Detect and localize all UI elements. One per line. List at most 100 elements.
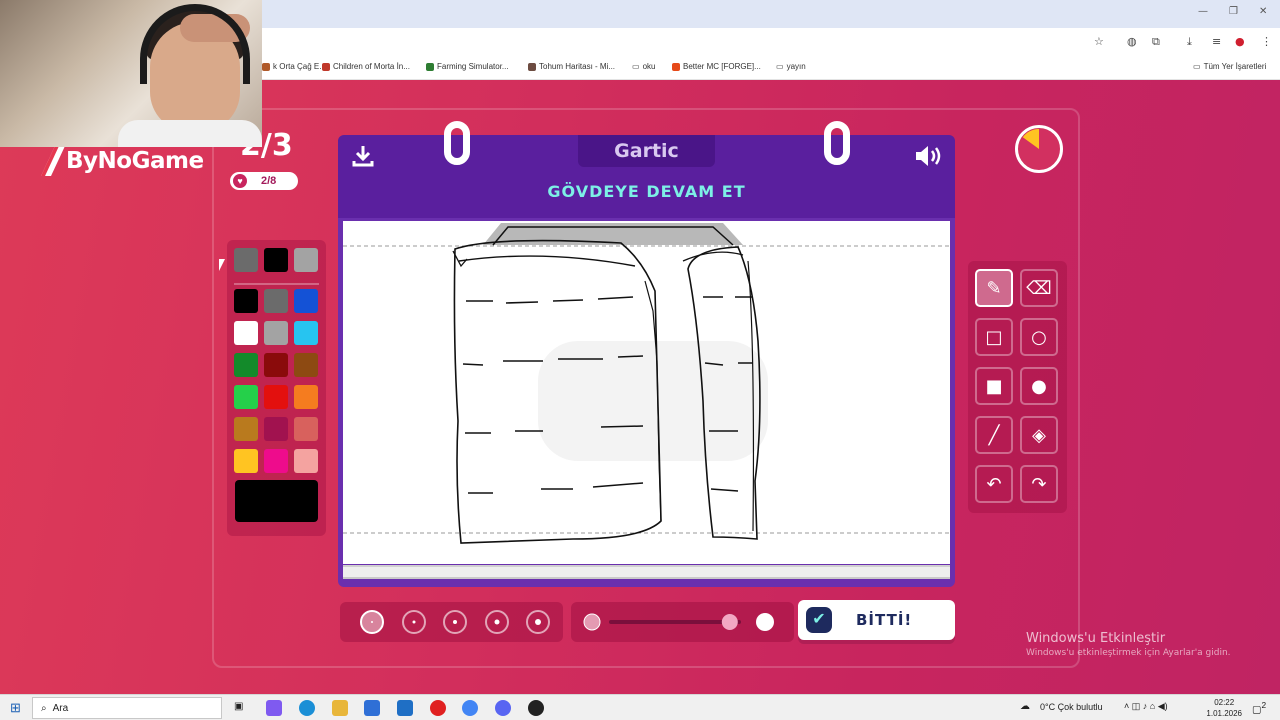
drawing-tools: ✎ ⌫ □ ○ ■ ● ╱ ◈ ↶ ↷ (968, 261, 1067, 513)
drawing-instruction: GÖVDEYE DEVAM ET (547, 182, 746, 201)
minimize-button[interactable]: — (1198, 6, 1208, 17)
drawing-canvas[interactable] (343, 221, 950, 564)
clock-time: 02:22 (1214, 698, 1235, 707)
bookmark-label: k Orta Çağ E... (273, 62, 326, 71)
brush-size-2-button[interactable] (401, 610, 426, 634)
mouse-cursor-icon (219, 259, 225, 271)
color-swatch[interactable] (294, 321, 318, 345)
discord-icon[interactable] (495, 700, 511, 716)
done-button[interactable]: ✔ BİTTİ! (798, 600, 955, 640)
color-swatch[interactable] (264, 353, 288, 377)
restore-button[interactable]: ❐ (1229, 6, 1238, 17)
folder-icon: ▭ (632, 62, 640, 71)
media-icon[interactable]: ≡ (1212, 35, 1221, 48)
bookmark-favicon-icon (672, 62, 680, 71)
rectangle-outline-tool[interactable]: □ (975, 318, 1013, 356)
color-swatch[interactable] (294, 385, 318, 409)
players-badge: ♥ 2/8 (230, 172, 298, 190)
color-swatch[interactable] (264, 289, 288, 313)
brush-dot-icon (453, 620, 457, 624)
color-swatch[interactable] (294, 248, 318, 272)
circle-fill-tool[interactable]: ● (1020, 367, 1058, 405)
bookmark-4[interactable]: ▭ oku (632, 62, 655, 71)
close-window-button[interactable]: ✕ (1259, 6, 1267, 17)
bookmark-3[interactable]: Tohum Haritası - Mi... (528, 62, 615, 71)
opacity-slider[interactable] (571, 602, 794, 642)
color-swatch[interactable] (294, 417, 318, 441)
os-taskbar: ⊞ ⌕ Ara ▣ ☁ 0°C Çok bulutlu ˄ ◫ ♪ ⌂ ◀) 0… (0, 694, 1280, 720)
redo-tool[interactable]: ↷ (1020, 465, 1058, 503)
circle-outline-tool[interactable]: ○ (1020, 318, 1058, 356)
all-bookmarks[interactable]: ▭ Tüm Yer İşaretleri (1193, 62, 1266, 71)
chrome-icon[interactable] (462, 700, 478, 716)
explorer-icon[interactable] (332, 700, 348, 716)
color-swatch[interactable] (264, 449, 288, 473)
brush-size-1-button[interactable] (360, 610, 384, 634)
color-swatch[interactable] (234, 353, 258, 377)
star-icon[interactable]: ☆ (1094, 35, 1104, 48)
menu-icon[interactable]: ⋮ (1261, 35, 1272, 48)
pencil-icon: ✎ (986, 277, 1002, 299)
brush-size-3-button[interactable] (443, 610, 467, 634)
color-swatch[interactable] (294, 289, 318, 313)
task-view-icon[interactable]: ▣ (234, 701, 243, 712)
edge-icon[interactable] (299, 700, 315, 716)
notification-icon[interactable]: ▢2 (1252, 700, 1266, 715)
undo-icon: ↶ (986, 473, 1002, 495)
rectangle-fill-tool[interactable]: ■ (975, 367, 1013, 405)
circle-fill-icon: ● (1031, 375, 1047, 397)
game-title: Gartic (578, 135, 715, 167)
color-swatch[interactable] (234, 385, 258, 409)
line-icon: ╱ (988, 424, 1000, 446)
color-swatch[interactable] (294, 449, 318, 473)
line-tool[interactable]: ╱ (975, 416, 1013, 454)
download-icon[interactable]: ⤓ (1187, 35, 1192, 49)
store-icon[interactable] (364, 700, 380, 716)
extension-icon[interactable]: ◍ (1127, 35, 1137, 48)
download-button[interactable] (350, 143, 376, 169)
taskbar-search[interactable]: ⌕ Ara (32, 697, 222, 719)
color-swatch[interactable] (234, 417, 258, 441)
color-swatch[interactable] (234, 449, 258, 473)
weather-text[interactable]: 0°C Çok bulutlu (1040, 702, 1103, 712)
color-swatch[interactable] (234, 321, 258, 345)
players-count: 2/8 (261, 175, 277, 187)
undo-tool[interactable]: ↶ (975, 465, 1013, 503)
color-swatch[interactable] (294, 353, 318, 377)
profile-icon[interactable]: ● (1235, 35, 1245, 48)
bookmark-0[interactable]: k Orta Çağ E... (262, 62, 326, 71)
color-swatch[interactable] (234, 248, 258, 272)
brush-size-5-button[interactable] (526, 610, 550, 634)
windows-start-icon[interactable]: ⊞ (10, 700, 21, 716)
bookmark-label: Better MC [FORGE]... (683, 62, 761, 71)
bookmark-5[interactable]: Better MC [FORGE]... (672, 62, 761, 71)
bookmark-6[interactable]: ▭ yayın (776, 62, 806, 71)
mail-icon[interactable] (397, 700, 413, 716)
copilot-icon[interactable] (266, 700, 282, 716)
pencil-tool[interactable]: ✎ (975, 269, 1013, 307)
clock[interactable]: 02:22 1.01.2026 (1206, 697, 1242, 719)
color-swatch[interactable] (234, 289, 258, 313)
search-icon: ⌕ (41, 702, 47, 714)
notebook-ring-left (444, 121, 470, 165)
eraser-tool[interactable]: ⌫ (1020, 269, 1058, 307)
brush-dot-icon (412, 620, 415, 624)
bookmark-1[interactable]: Children of Morta İn... (322, 62, 410, 71)
all-bookmarks-label: Tüm Yer İşaretleri (1203, 62, 1267, 71)
fill-bucket-icon: ◈ (1032, 424, 1046, 446)
color-swatch[interactable] (264, 417, 288, 441)
bookmark-2[interactable]: Farming Simulator... (426, 62, 509, 71)
puzzle-icon[interactable]: ⧉ (1152, 35, 1160, 49)
bookmark-favicon-icon (528, 62, 536, 71)
obs-icon[interactable] (528, 700, 544, 716)
tray-icons[interactable]: ˄ ◫ ♪ ⌂ ◀) (1124, 701, 1168, 712)
color-swatch[interactable] (264, 385, 288, 409)
color-swatch[interactable] (264, 248, 288, 272)
brush-size-4-button[interactable] (484, 610, 509, 634)
opera-icon[interactable] (430, 700, 446, 716)
sound-button[interactable] (913, 143, 945, 169)
game-area: ByNoGame 2/3 ♥ 2/8 Gartic GÖVDEYE DEVAM … (0, 80, 1280, 694)
opacity-knob[interactable] (721, 614, 738, 630)
fill-bucket-tool[interactable]: ◈ (1020, 416, 1058, 454)
color-swatch[interactable] (264, 321, 288, 345)
